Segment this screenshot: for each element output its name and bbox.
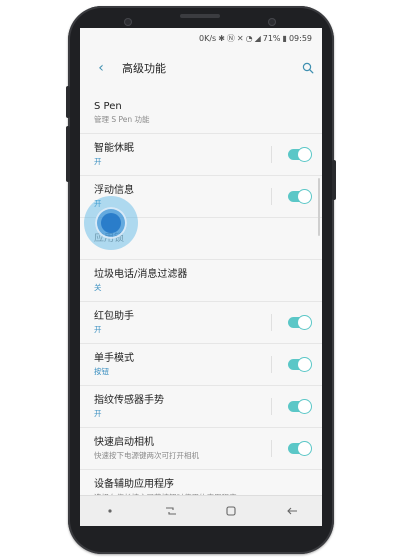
back-icon	[286, 507, 297, 515]
toggle-switch[interactable]	[288, 358, 311, 371]
toggle-switch[interactable]	[288, 190, 311, 203]
battery-icon: ▮	[282, 33, 287, 43]
nav-dot-button[interactable]	[90, 496, 130, 526]
home-button[interactable]	[211, 496, 251, 526]
item-title: 垃圾电话/消息过滤器	[94, 269, 188, 280]
list-item-fingerprint-gestures[interactable]: 指纹传感器手势 开	[80, 386, 322, 428]
toggle-switch[interactable]	[288, 442, 311, 455]
divider	[271, 356, 272, 373]
camera-icon	[268, 18, 276, 26]
signal-icon: ◢	[254, 33, 261, 43]
divider	[271, 146, 272, 163]
page: 0K/s ✱ Ⓝ ✕ ◔ ◢ 71% ▮ 09:59 ‹ 高级功能 S Pen …	[0, 0, 400, 560]
navigation-bar	[80, 495, 322, 526]
home-icon	[226, 506, 236, 516]
item-subtitle: 按钮	[94, 367, 109, 376]
toggle-switch[interactable]	[288, 316, 311, 329]
list-item-one-hand-mode[interactable]: 单手模式 按钮	[80, 344, 322, 386]
item-title: 单手模式	[94, 353, 134, 364]
item-title: 浮动信息	[94, 185, 134, 196]
status-bar: 0K/s ✱ Ⓝ ✕ ◔ ◢ 71% ▮ 09:59	[80, 28, 322, 48]
list-item-spam-filter[interactable]: 垃圾电话/消息过滤器 关	[80, 260, 322, 302]
touch-indicator-core	[101, 213, 121, 233]
item-title: 设备辅助应用程序	[94, 478, 174, 490]
nfc-icon: Ⓝ	[226, 33, 235, 43]
screen: 0K/s ✱ Ⓝ ✕ ◔ ◢ 71% ▮ 09:59 ‹ 高级功能 S Pen …	[80, 28, 322, 526]
divider	[271, 188, 272, 205]
clock: 09:59	[288, 33, 312, 43]
list-item-s-pen[interactable]: S Pen 管理 S Pen 功能	[80, 92, 322, 134]
scrollbar[interactable]	[318, 178, 320, 236]
wifi-icon: ◔	[245, 33, 253, 43]
app-bar: ‹ 高级功能	[80, 48, 322, 88]
settings-list: S Pen 管理 S Pen 功能 智能休眠 开 浮动信息 开 垃圾电话/消息过…	[80, 92, 322, 510]
divider	[271, 398, 272, 415]
divider	[271, 314, 272, 331]
toggle-switch[interactable]	[288, 400, 311, 413]
dot-icon	[108, 509, 112, 513]
recent-apps-button[interactable]	[151, 496, 191, 526]
item-subtitle: 开	[94, 325, 102, 334]
item-title: S Pen	[94, 101, 122, 112]
back-nav-button[interactable]	[272, 496, 312, 526]
item-subtitle: 管理 S Pen 功能	[94, 115, 150, 124]
divider	[271, 440, 272, 457]
side-volume-button	[66, 86, 70, 118]
speaker-grille	[180, 14, 220, 18]
mute-icon: ✕	[236, 33, 244, 43]
back-button[interactable]: ‹	[80, 48, 116, 88]
item-title: 快速启动相机	[94, 437, 154, 448]
list-item-red-packet[interactable]: 红包助手 开	[80, 302, 322, 344]
chevron-left-icon: ‹	[98, 60, 104, 76]
bluetooth-icon: ✱	[218, 33, 225, 43]
touch-indicator-ring	[95, 207, 127, 239]
toggle-switch[interactable]	[288, 148, 311, 161]
network-speed: 0K/s	[199, 33, 217, 43]
list-item-smart-stay[interactable]: 智能休眠 开	[80, 134, 322, 176]
item-title: 指纹传感器手势	[94, 395, 164, 406]
item-title: 红包助手	[94, 311, 134, 322]
item-subtitle: 开	[94, 157, 102, 166]
search-button[interactable]	[294, 62, 322, 74]
touch-indicator	[84, 196, 138, 250]
side-bixby-button	[66, 126, 70, 182]
item-subtitle: 快速按下电源键两次可打开相机	[94, 451, 199, 460]
item-title: 智能休眠	[94, 143, 134, 154]
side-power-button	[332, 160, 336, 200]
recent-apps-icon	[165, 507, 176, 515]
search-icon	[302, 62, 314, 74]
sensor-icon	[124, 18, 132, 26]
page-title: 高级功能	[122, 62, 166, 75]
item-subtitle: 开	[94, 409, 102, 418]
battery-percent: 71%	[262, 33, 281, 43]
item-subtitle: 关	[94, 283, 102, 292]
list-item-quick-launch-camera[interactable]: 快速启动相机 快速按下电源键两次可打开相机	[80, 428, 322, 470]
